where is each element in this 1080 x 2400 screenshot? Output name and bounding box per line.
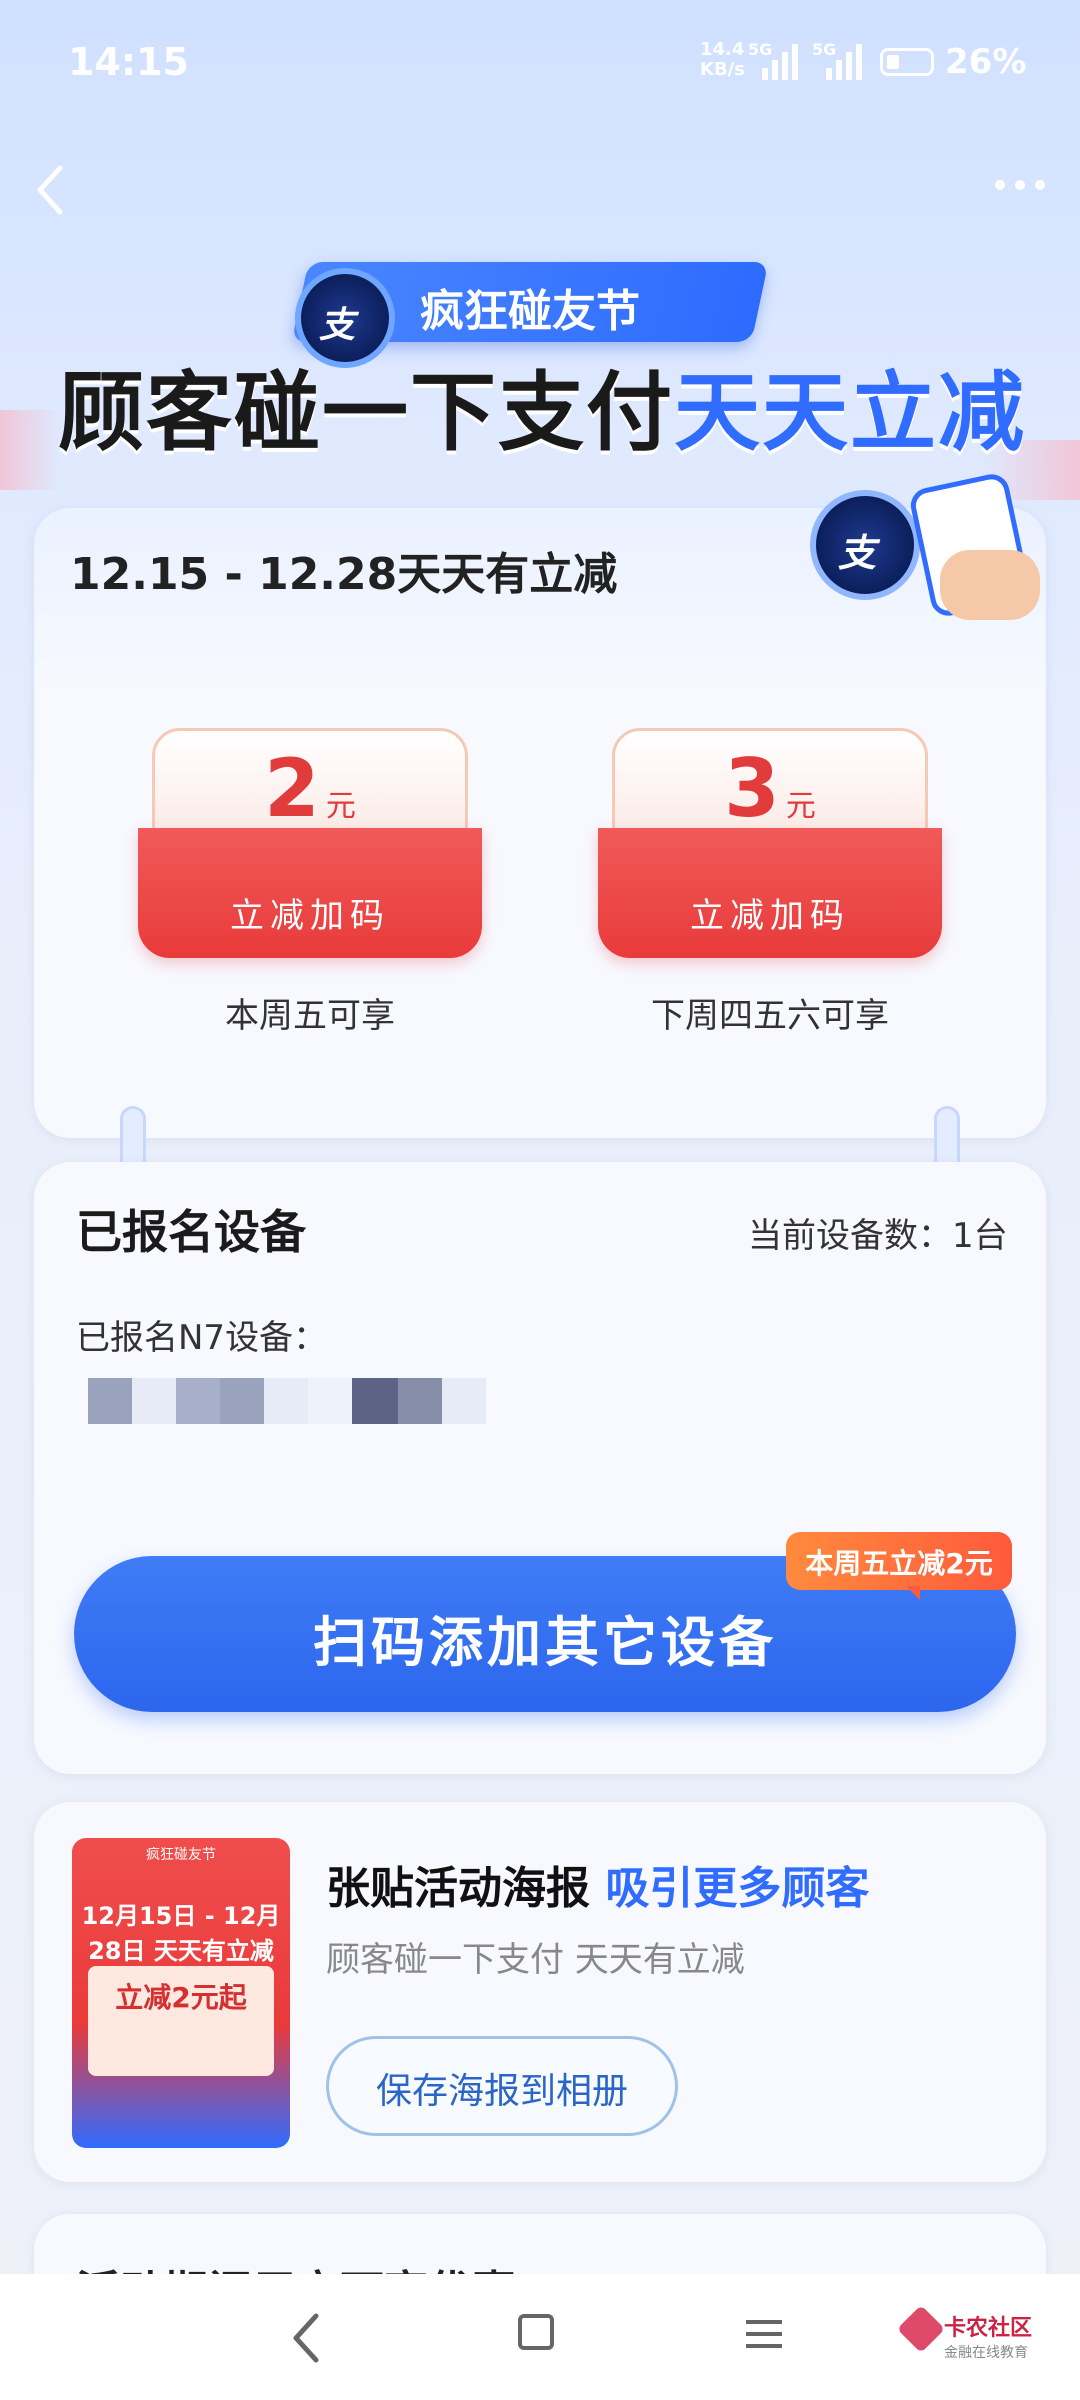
ribbon-decoration-left: [0, 410, 60, 490]
back-arrow-icon[interactable]: [30, 160, 70, 220]
network-speed: 14.4 KB/s: [700, 40, 745, 80]
poster-amount: 立减2元起: [115, 1981, 247, 2014]
coupon-label: 立减加码: [230, 896, 390, 936]
poster-title-main: 张贴活动海报: [326, 1863, 590, 1914]
coupon-next-week: 3元 立减加码: [598, 728, 942, 958]
hero-title-main: 顾客碰一下支付: [58, 363, 674, 463]
signal-icon-2: [826, 44, 862, 80]
save-poster-label: 保存海报到相册: [375, 2071, 628, 2112]
tag-pointer: [906, 1586, 920, 1600]
coupon-amount: 2: [264, 742, 320, 835]
coupon-amount: 3: [724, 742, 780, 835]
festival-badge-text: 疯狂碰友节: [420, 286, 640, 337]
poster-card-subtitle: 顾客碰一下支付 天天有立减: [326, 1940, 745, 1980]
coupon-label: 立减加码: [690, 896, 850, 936]
poster-headline: 12月15日 - 12月28日 天天有立减: [81, 1902, 281, 1965]
phone-tap-illustration: 支: [800, 470, 1040, 630]
coupon-friday: 2元 立减加码: [138, 728, 482, 958]
more-options-icon[interactable]: [990, 170, 1050, 200]
signal-icon-1: [762, 44, 798, 80]
poster-title-highlight: 吸引更多顾客: [605, 1863, 870, 1914]
poster-card-title: 张贴活动海报 吸引更多顾客: [326, 1852, 869, 1916]
network-speed-unit: KB/s: [700, 59, 745, 80]
watermark-subtitle: 金融在线教育: [944, 2345, 1028, 2361]
battery-icon: [880, 48, 934, 76]
status-time: 14:15: [68, 40, 189, 84]
hero-title-highlight: 天天立减: [674, 363, 1026, 463]
coupon-unit: 元: [785, 789, 816, 824]
nav-menu-icon[interactable]: [744, 2316, 784, 2352]
device-count: 当前设备数：1台: [748, 1216, 1008, 1256]
coupon-caption: 下周四五六可享: [651, 996, 889, 1036]
hero-title: 顾客碰一下支付天天立减: [58, 342, 1026, 467]
coupon-unit: 元: [325, 789, 356, 824]
scan-add-device-label: 扫码添加其它设备: [313, 1611, 777, 1674]
nav-home-icon[interactable]: [518, 2314, 554, 2350]
battery-level: 26%: [945, 42, 1027, 82]
network-speed-value: 14.4: [700, 39, 745, 60]
device-serial-redacted: [88, 1378, 490, 1424]
poster-badge: 疯狂碰友节: [146, 1847, 216, 1863]
logo-glyph: 支: [319, 305, 356, 346]
nav-back-icon[interactable]: [286, 2310, 326, 2366]
registered-device-label: 已报名N7设备：: [76, 1318, 328, 1358]
registered-devices-title: 已报名设备: [76, 1205, 306, 1259]
friday-discount-tag-text: 本周五立减2元: [805, 1547, 993, 1580]
promo-date-range: 12.15 - 12.28天天有立减: [70, 549, 618, 600]
watermark-name: 卡农社区: [944, 2316, 1033, 2341]
coupon-caption: 本周五可享: [225, 996, 395, 1036]
deco-logo-glyph: 支: [838, 531, 877, 575]
